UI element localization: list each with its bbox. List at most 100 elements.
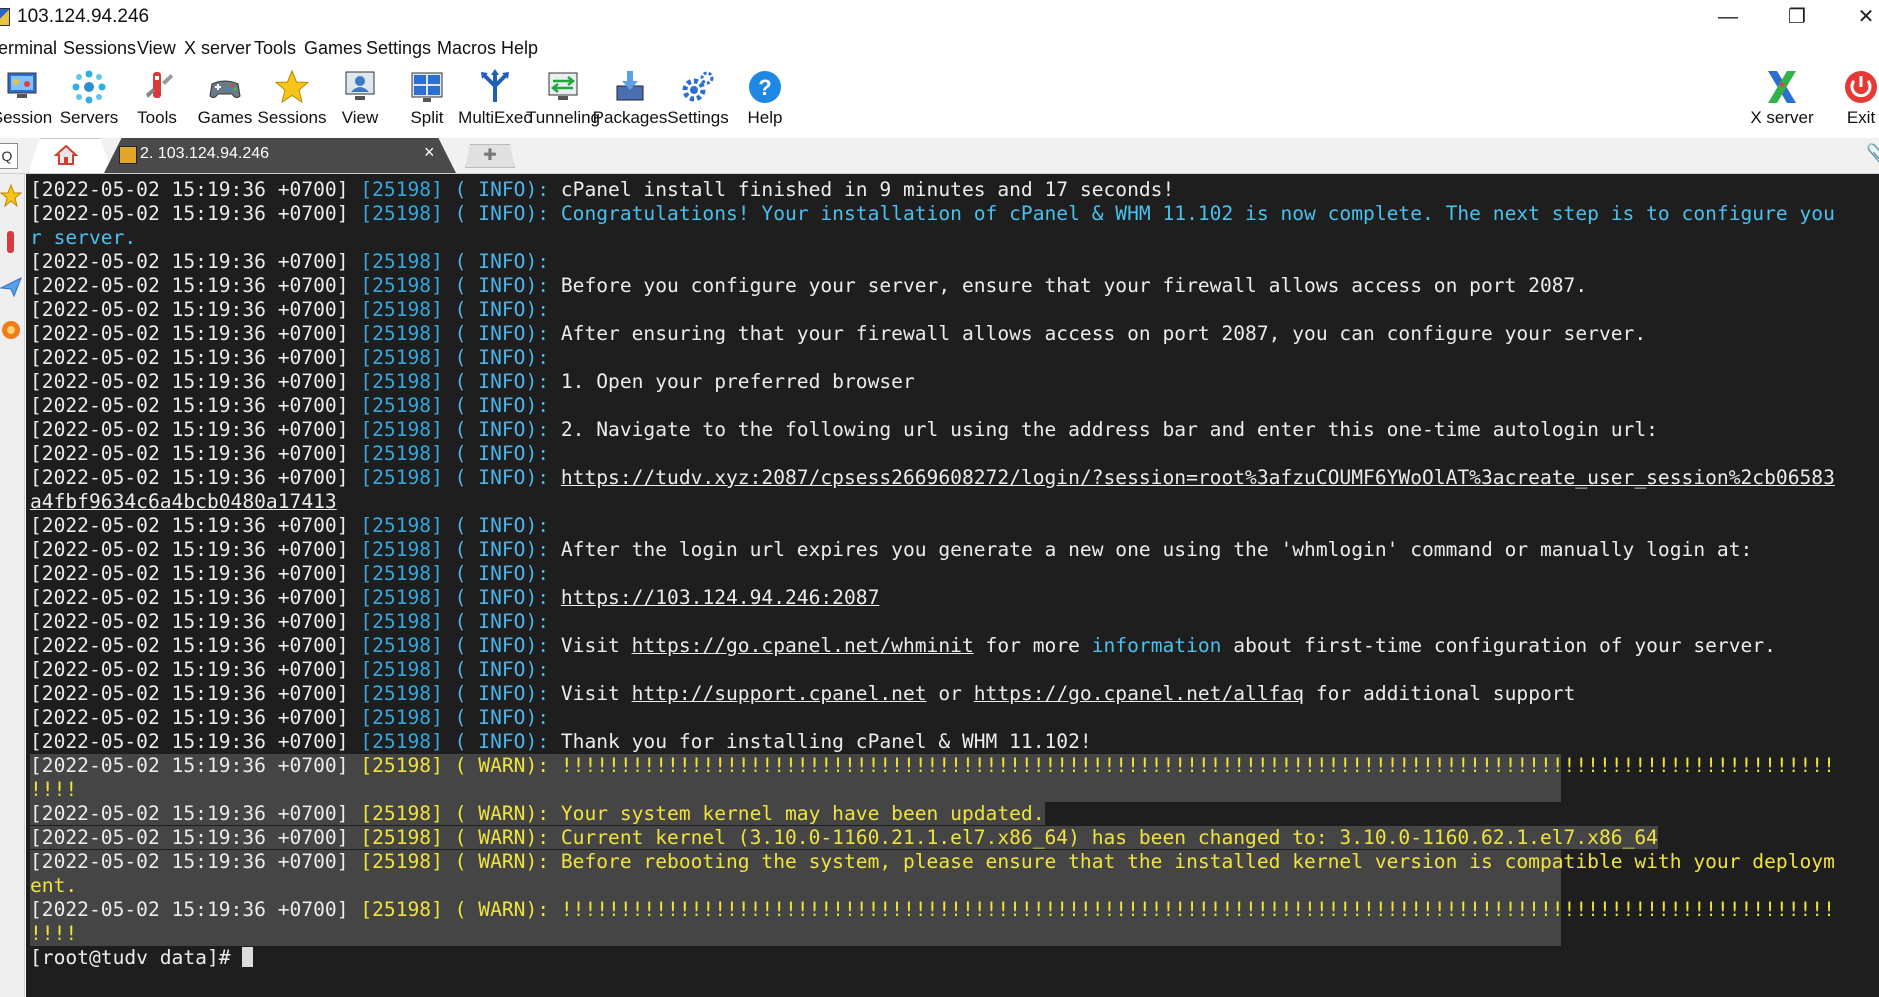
message-continuation: !!!!	[30, 922, 78, 945]
url-link[interactable]: https://go.cpanel.net/whminit	[632, 634, 974, 657]
terminal-output: [2022-05-02 15:19:36 +0700] [25198] ( IN…	[30, 178, 1835, 970]
log-line: [2022-05-02 15:19:36 +0700] [25198] ( IN…	[30, 178, 1835, 202]
url-link[interactable]: https://tudv.xyz:2087/cpsess2669608272/l…	[561, 466, 1835, 489]
home-icon[interactable]	[54, 144, 78, 166]
restore-button[interactable]: ❐	[1772, 0, 1822, 34]
menu-sessions[interactable]: Sessions	[63, 38, 136, 59]
log-line: [2022-05-02 15:19:36 +0700] [25198] ( IN…	[30, 346, 1835, 370]
process-id: [25198]	[360, 802, 443, 825]
process-id: [25198]	[360, 322, 443, 345]
message-continuation: !!!!	[30, 778, 78, 801]
close-button[interactable]: ✕	[1841, 0, 1879, 34]
message: Before you configure your server, ensure…	[549, 274, 1588, 297]
star-icon	[274, 69, 310, 104]
log-line: [2022-05-02 15:19:36 +0700] [25198] ( IN…	[30, 514, 1835, 538]
log-line: a4fbf9634c6a4bcb0480a17413	[30, 490, 1835, 514]
log-line: [2022-05-02 15:19:36 +0700] [25198] ( IN…	[30, 706, 1835, 730]
tab-close-button[interactable]: ×	[424, 142, 435, 163]
minimize-button[interactable]: —	[1703, 0, 1753, 34]
menu-view[interactable]: View	[137, 38, 176, 59]
shell-prompt: [root@tudv data]#	[30, 946, 243, 969]
menu-tools[interactable]: Tools	[254, 38, 296, 59]
log-line: [2022-05-02 15:19:36 +0700] [25198] ( IN…	[30, 658, 1835, 682]
log-line: [2022-05-02 15:19:36 +0700] [25198] ( IN…	[30, 418, 1835, 442]
help-icon: ?	[749, 71, 781, 103]
timestamp: [2022-05-02 15:19:36 +0700]	[30, 250, 361, 273]
timestamp: [2022-05-02 15:19:36 +0700]	[30, 850, 361, 873]
highlight-message: Congratulations! Your installation of cP…	[549, 202, 1835, 225]
timestamp: [2022-05-02 15:19:36 +0700]	[30, 466, 361, 489]
svg-text:?: ?	[758, 75, 771, 100]
process-id: [25198]	[360, 178, 443, 201]
log-level: ( WARN):	[442, 754, 550, 777]
process-id: [25198]	[360, 466, 443, 489]
menu-games[interactable]: Games	[304, 38, 362, 59]
help-button[interactable]: ? Help	[727, 64, 803, 134]
prompt-line: [root@tudv data]#	[30, 946, 1835, 970]
menu-terminal[interactable]: erminal	[0, 38, 57, 59]
log-line: [2022-05-02 15:19:36 +0700] [25198] ( IN…	[30, 538, 1835, 562]
message: After ensuring that your firewall allows…	[549, 322, 1647, 345]
process-id: [25198]	[360, 826, 443, 849]
log-line: [2022-05-02 15:19:36 +0700] [25198] ( IN…	[30, 322, 1835, 346]
url-continuation[interactable]: a4fbf9634c6a4bcb0480a17413	[30, 490, 337, 513]
tab-session-label: 2. 103.124.94.246	[140, 145, 270, 162]
log-line: [2022-05-02 15:19:36 +0700] [25198] ( IN…	[30, 730, 1835, 754]
menu-bar: erminal Sessions View X server Tools Gam…	[0, 34, 1879, 64]
timestamp: [2022-05-02 15:19:36 +0700]	[30, 826, 361, 849]
message: or	[926, 682, 974, 705]
url-link[interactable]: https://go.cpanel.net/allfaq	[974, 682, 1304, 705]
log-level: ( INFO):	[442, 514, 550, 537]
window-title: 103.124.94.246	[17, 6, 150, 27]
menu-macros[interactable]: Macros	[437, 38, 496, 59]
process-id: [25198]	[360, 898, 443, 921]
log-level: ( INFO):	[442, 298, 550, 321]
timestamp: [2022-05-02 15:19:36 +0700]	[30, 346, 361, 369]
message	[549, 466, 561, 489]
message: Your system kernel may have been updated…	[549, 802, 1045, 825]
process-id: [25198]	[360, 562, 443, 585]
message: Thank you for installing cPanel & WHM 11…	[549, 730, 1092, 753]
process-id: [25198]	[360, 370, 443, 393]
sidebar-sessions-star-icon[interactable]	[0, 182, 22, 210]
log-level: ( INFO):	[442, 202, 550, 225]
url-link[interactable]: https://103.124.94.246:2087	[561, 586, 880, 609]
terminal-view[interactable]: [2022-05-02 15:19:36 +0700] [25198] ( IN…	[26, 174, 1879, 997]
power-icon	[1845, 71, 1877, 103]
paperclip-icon[interactable]: 📎	[1866, 142, 1879, 167]
url-link[interactable]: http://support.cpanel.net	[632, 682, 927, 705]
exit-label: Exit	[1846, 108, 1876, 127]
timestamp: [2022-05-02 15:19:36 +0700]	[30, 682, 361, 705]
log-level: ( INFO):	[442, 274, 550, 297]
sidebar-macros-icon[interactable]	[0, 316, 22, 344]
message: about first-time configuration of your s…	[1221, 634, 1776, 657]
view-icon	[345, 71, 375, 100]
gear-icon	[682, 71, 714, 102]
log-level: ( INFO):	[442, 610, 550, 633]
process-id: [25198]	[360, 586, 443, 609]
log-line: [2022-05-02 15:19:36 +0700] [25198] ( IN…	[30, 466, 1835, 490]
timestamp: [2022-05-02 15:19:36 +0700]	[30, 514, 361, 537]
new-tab-button[interactable]: ✚	[465, 144, 515, 168]
message: for more	[973, 634, 1092, 657]
menu-help[interactable]: Help	[501, 38, 538, 59]
menu-settings[interactable]: Settings	[366, 38, 431, 59]
log-level: ( WARN):	[442, 826, 550, 849]
log-line: [2022-05-02 15:19:36 +0700] [25198] ( IN…	[30, 682, 1835, 706]
sidebar-send-icon[interactable]	[0, 272, 22, 300]
message: !!!!!!!!!!!!!!!!!!!!!!!!!!!!!!!!!!!!!!!!…	[549, 898, 1835, 921]
sidebar-tools-icon[interactable]	[0, 228, 22, 256]
split-icon	[411, 72, 443, 102]
x-server-button[interactable]: X server	[1744, 64, 1820, 134]
menu-x-server[interactable]: X server	[184, 38, 251, 59]
exit-button[interactable]: Exit	[1823, 64, 1879, 134]
timestamp: [2022-05-02 15:19:36 +0700]	[30, 586, 361, 609]
tools-icon	[146, 72, 173, 98]
servers-icon	[72, 70, 106, 104]
message: cPanel install finished in 9 minutes and…	[549, 178, 1175, 201]
warning-line: [2022-05-02 15:19:36 +0700] [25198] ( WA…	[30, 826, 1835, 850]
timestamp: [2022-05-02 15:19:36 +0700]	[30, 898, 361, 921]
quick-connect-search[interactable]: Q	[0, 143, 18, 169]
title-bar: 103.124.94.246 — ❐ ✕	[0, 0, 1879, 34]
toolbar: Session Servers Tools Games Sessions Vie…	[0, 64, 1879, 134]
